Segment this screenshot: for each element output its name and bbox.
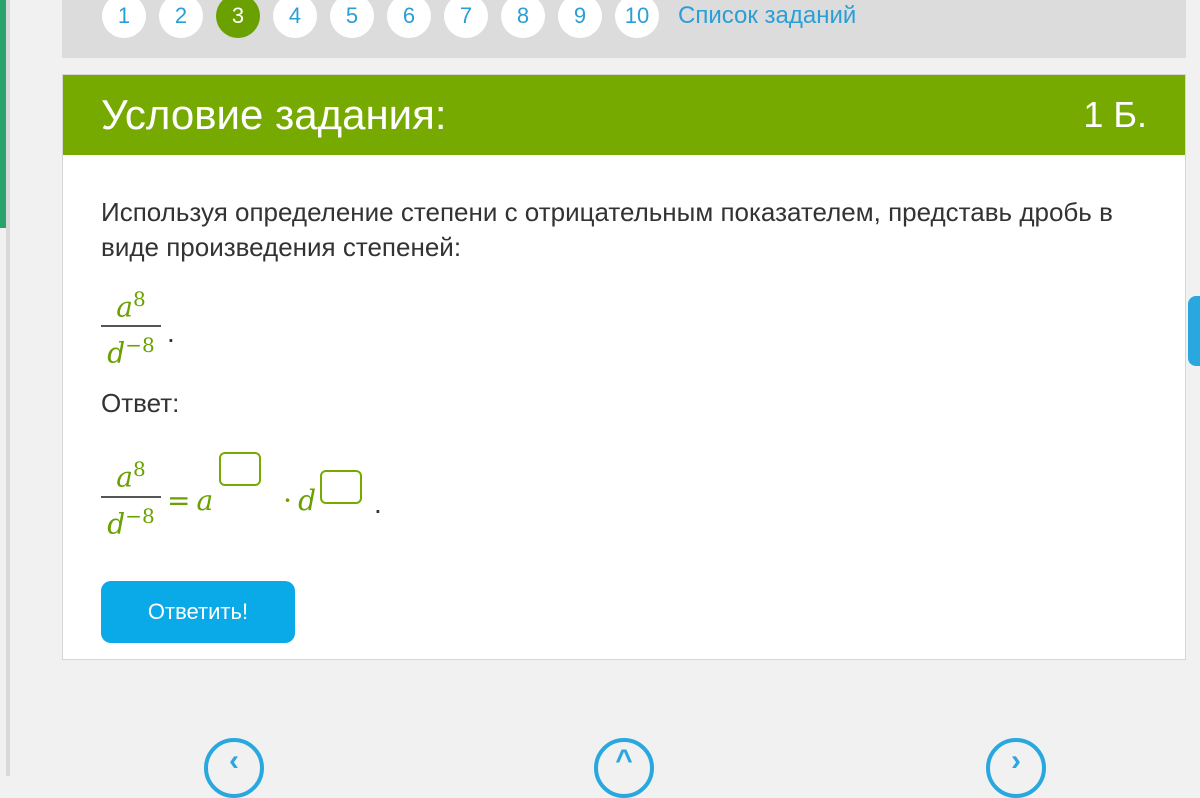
fraction-numerator: a8 [112, 283, 149, 323]
answer-base-d: d [298, 484, 317, 518]
task-statement: Используя определение степени с отрицате… [101, 197, 1113, 262]
chevron-up-icon: ^ [615, 744, 633, 777]
answer-denominator-base: d [107, 506, 126, 540]
task-navigation-bar: 1 2 3 4 5 6 7 8 9 10 Список заданий [62, 0, 1186, 58]
denominator-base: d [107, 336, 126, 370]
task-number-10[interactable]: 10 [615, 0, 659, 38]
equals-sign: = [167, 484, 191, 518]
task-number-6[interactable]: 6 [387, 0, 431, 38]
task-card-header: Условие задания: 1 Б. [63, 75, 1185, 155]
submit-answer-button[interactable]: Ответить! [101, 580, 295, 643]
previous-task-button[interactable]: ‹ [204, 738, 264, 798]
task-number-9[interactable]: 9 [558, 0, 602, 38]
task-number-5[interactable]: 5 [330, 0, 374, 38]
answer-base-a: a [196, 484, 214, 518]
task-card-body: Используя определение степени с отрицате… [63, 155, 1185, 643]
left-gutter [6, 0, 10, 776]
given-fraction: a8 d−8 . [101, 283, 1147, 370]
answer-numerator-exponent: 8 [132, 457, 146, 482]
task-number-4[interactable]: 4 [273, 0, 317, 38]
given-period: . [167, 317, 175, 349]
task-number-1[interactable]: 1 [102, 0, 146, 38]
answer-equation: a8 d−8 = a · d . [101, 447, 1147, 547]
multiply-dot: · [283, 484, 293, 518]
task-points: 1 Б. [1083, 94, 1147, 135]
exponent-a-input[interactable] [219, 451, 262, 486]
task-number-7[interactable]: 7 [444, 0, 488, 38]
fraction-denominator: d−8 [103, 329, 158, 369]
task-number-3-active[interactable]: 3 [216, 0, 260, 38]
numerator-exponent: 8 [132, 287, 146, 311]
chevron-left-icon: ‹ [229, 744, 239, 777]
task-card: Условие задания: 1 Б. Используя определе… [62, 74, 1186, 660]
answer-fraction-numerator: a8 [112, 453, 149, 493]
task-number-2[interactable]: 2 [159, 0, 203, 38]
task-number-list: 1 2 3 4 5 6 7 8 9 10 Список заданий [102, 0, 856, 38]
task-title: Условие задания: [101, 91, 447, 138]
numerator-base: a [116, 290, 133, 324]
next-task-button[interactable]: › [986, 738, 1046, 798]
answer-label: Ответ: [101, 387, 180, 418]
answer-fraction-line [101, 495, 161, 498]
chevron-right-icon: › [1011, 744, 1021, 777]
task-list-link[interactable]: Список заданий [678, 2, 856, 30]
answer-fraction-denominator: d−8 [103, 500, 158, 540]
fraction-line [101, 325, 161, 328]
denominator-exponent: −8 [125, 333, 155, 358]
answer-period: . [374, 487, 382, 519]
side-panel-handle[interactable] [1188, 296, 1200, 366]
fraction: a8 d−8 [101, 283, 161, 370]
scroll-up-button[interactable]: ^ [594, 738, 654, 798]
answer-numerator-base: a [116, 460, 133, 494]
answer-fraction: a8 d−8 [101, 453, 161, 540]
exponent-d-input[interactable] [320, 469, 363, 504]
answer-denominator-exponent: −8 [125, 503, 155, 528]
task-number-8[interactable]: 8 [501, 0, 545, 38]
